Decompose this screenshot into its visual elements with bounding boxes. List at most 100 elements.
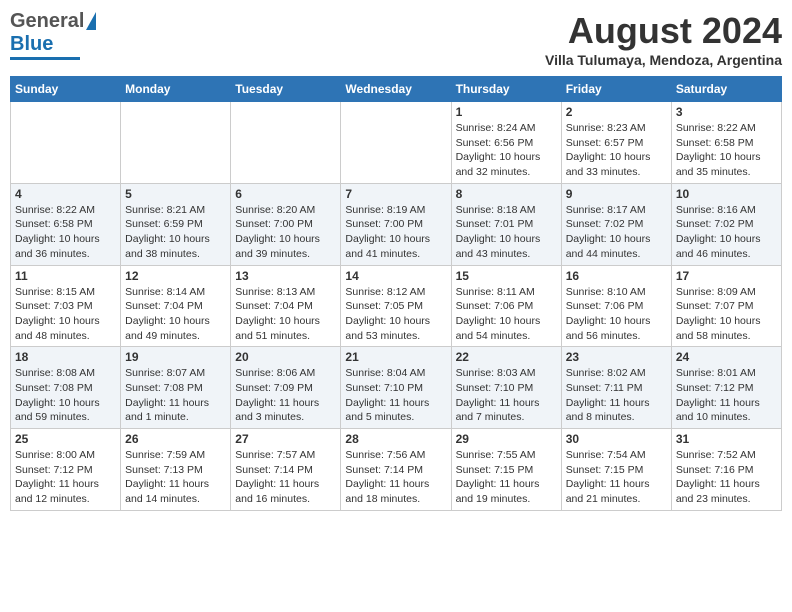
day-info: Sunrise: 7:55 AM Sunset: 7:15 PM Dayligh… — [456, 448, 557, 507]
day-info: Sunrise: 8:00 AM Sunset: 7:12 PM Dayligh… — [15, 448, 116, 507]
column-header-friday: Friday — [561, 77, 671, 102]
day-info: Sunrise: 8:24 AM Sunset: 6:56 PM Dayligh… — [456, 121, 557, 180]
day-cell: 30 Sunrise: 7:54 AM Sunset: 7:15 PM Dayli… — [561, 429, 671, 511]
day-cell: 22Sunrise: 8:03 AM Sunset: 7:10 PM Dayli… — [451, 347, 561, 429]
day-number: 27 — [235, 432, 336, 446]
day-info: Sunrise: 8:06 AM Sunset: 7:09 PM Dayligh… — [235, 366, 336, 425]
day-info: Sunrise: 7:52 AM Sunset: 7:16 PM Dayligh… — [676, 448, 777, 507]
day-cell: 17 Sunrise: 8:09 AM Sunset: 7:07 PM Dayli… — [671, 265, 781, 347]
calendar-table: SundayMondayTuesdayWednesdayThursdayFrid… — [10, 76, 782, 511]
day-cell: 21 Sunrise: 8:04 AM Sunset: 7:10 PM Dayli… — [341, 347, 451, 429]
logo-blue-text: Blue — [10, 33, 53, 56]
day-info: Sunrise: 8:11 AM Sunset: 7:06 PM Dayligh… — [456, 285, 557, 344]
day-cell: 9 Sunrise: 8:17 AM Sunset: 7:02 PM Daylig… — [561, 183, 671, 265]
week-row-1: 1 Sunrise: 8:24 AM Sunset: 6:56 PM Daylig… — [11, 102, 782, 184]
day-cell: 14Sunrise: 8:12 AM Sunset: 7:05 PM Dayli… — [341, 265, 451, 347]
day-number: 1 — [456, 105, 557, 119]
day-number: 31 — [676, 432, 777, 446]
day-cell: 13 Sunrise: 8:13 AM Sunset: 7:04 PM Dayli… — [231, 265, 341, 347]
day-number: 20 — [235, 350, 336, 364]
day-cell: 18Sunrise: 8:08 AM Sunset: 7:08 PM Dayli… — [11, 347, 121, 429]
day-number: 17 — [676, 269, 777, 283]
day-info: Sunrise: 8:23 AM Sunset: 6:57 PM Dayligh… — [566, 121, 667, 180]
day-info: Sunrise: 8:12 AM Sunset: 7:05 PM Dayligh… — [345, 285, 446, 344]
subtitle: Villa Tulumaya, Mendoza, Argentina — [545, 52, 782, 68]
day-number: 13 — [235, 269, 336, 283]
day-cell: 5Sunrise: 8:21 AM Sunset: 6:59 PM Daylig… — [121, 183, 231, 265]
day-info: Sunrise: 8:03 AM Sunset: 7:10 PM Dayligh… — [456, 366, 557, 425]
day-info: Sunrise: 8:19 AM Sunset: 7:00 PM Dayligh… — [345, 203, 446, 262]
day-cell — [11, 102, 121, 184]
day-cell: 6Sunrise: 8:20 AM Sunset: 7:00 PM Daylig… — [231, 183, 341, 265]
day-number: 18 — [15, 350, 116, 364]
day-info: Sunrise: 8:18 AM Sunset: 7:01 PM Dayligh… — [456, 203, 557, 262]
day-number: 4 — [15, 187, 116, 201]
header-row: SundayMondayTuesdayWednesdayThursdayFrid… — [11, 77, 782, 102]
day-info: Sunrise: 8:17 AM Sunset: 7:02 PM Dayligh… — [566, 203, 667, 262]
day-cell: 15 Sunrise: 8:11 AM Sunset: 7:06 PM Dayli… — [451, 265, 561, 347]
day-cell: 19Sunrise: 8:07 AM Sunset: 7:08 PM Dayli… — [121, 347, 231, 429]
logo-underline — [10, 57, 80, 60]
day-cell: 1 Sunrise: 8:24 AM Sunset: 6:56 PM Daylig… — [451, 102, 561, 184]
day-cell — [231, 102, 341, 184]
day-cell: 23 Sunrise: 8:02 AM Sunset: 7:11 PM Dayli… — [561, 347, 671, 429]
day-number: 7 — [345, 187, 446, 201]
day-info: Sunrise: 8:15 AM Sunset: 7:03 PM Dayligh… — [15, 285, 116, 344]
day-info: Sunrise: 7:57 AM Sunset: 7:14 PM Dayligh… — [235, 448, 336, 507]
day-number: 3 — [676, 105, 777, 119]
day-number: 12 — [125, 269, 226, 283]
day-cell: 4Sunrise: 8:22 AM Sunset: 6:58 PM Daylig… — [11, 183, 121, 265]
day-cell: 2Sunrise: 8:23 AM Sunset: 6:57 PM Daylig… — [561, 102, 671, 184]
day-number: 26 — [125, 432, 226, 446]
logo: General Blue — [10, 10, 96, 60]
day-number: 8 — [456, 187, 557, 201]
day-cell — [341, 102, 451, 184]
calendar-body: 1 Sunrise: 8:24 AM Sunset: 6:56 PM Daylig… — [11, 102, 782, 511]
day-info: Sunrise: 7:54 AM Sunset: 7:15 PM Dayligh… — [566, 448, 667, 507]
day-info: Sunrise: 8:22 AM Sunset: 6:58 PM Dayligh… — [676, 121, 777, 180]
day-cell: 27 Sunrise: 7:57 AM Sunset: 7:14 PM Dayli… — [231, 429, 341, 511]
day-number: 6 — [235, 187, 336, 201]
day-info: Sunrise: 7:59 AM Sunset: 7:13 PM Dayligh… — [125, 448, 226, 507]
day-number: 28 — [345, 432, 446, 446]
column-header-saturday: Saturday — [671, 77, 781, 102]
day-number: 16 — [566, 269, 667, 283]
column-header-sunday: Sunday — [11, 77, 121, 102]
day-number: 24 — [676, 350, 777, 364]
week-row-3: 11 Sunrise: 8:15 AM Sunset: 7:03 PM Dayli… — [11, 265, 782, 347]
day-cell: 11 Sunrise: 8:15 AM Sunset: 7:03 PM Dayli… — [11, 265, 121, 347]
main-title: August 2024 — [545, 10, 782, 52]
day-number: 30 — [566, 432, 667, 446]
day-number: 10 — [676, 187, 777, 201]
day-info: Sunrise: 8:09 AM Sunset: 7:07 PM Dayligh… — [676, 285, 777, 344]
day-cell: 28 Sunrise: 7:56 AM Sunset: 7:14 PM Dayli… — [341, 429, 451, 511]
day-cell: 16Sunrise: 8:10 AM Sunset: 7:06 PM Dayli… — [561, 265, 671, 347]
week-row-5: 25 Sunrise: 8:00 AM Sunset: 7:12 PM Dayli… — [11, 429, 782, 511]
week-row-4: 18Sunrise: 8:08 AM Sunset: 7:08 PM Dayli… — [11, 347, 782, 429]
day-number: 21 — [345, 350, 446, 364]
day-cell: 25 Sunrise: 8:00 AM Sunset: 7:12 PM Dayli… — [11, 429, 121, 511]
day-cell: 12 Sunrise: 8:14 AM Sunset: 7:04 PM Dayli… — [121, 265, 231, 347]
day-cell: 26 Sunrise: 7:59 AM Sunset: 7:13 PM Dayli… — [121, 429, 231, 511]
day-cell — [121, 102, 231, 184]
day-info: Sunrise: 8:13 AM Sunset: 7:04 PM Dayligh… — [235, 285, 336, 344]
column-header-thursday: Thursday — [451, 77, 561, 102]
column-header-wednesday: Wednesday — [341, 77, 451, 102]
day-cell: 20 Sunrise: 8:06 AM Sunset: 7:09 PM Dayli… — [231, 347, 341, 429]
day-number: 15 — [456, 269, 557, 283]
day-number: 25 — [15, 432, 116, 446]
day-info: Sunrise: 7:56 AM Sunset: 7:14 PM Dayligh… — [345, 448, 446, 507]
day-number: 9 — [566, 187, 667, 201]
day-info: Sunrise: 8:14 AM Sunset: 7:04 PM Dayligh… — [125, 285, 226, 344]
week-row-2: 4Sunrise: 8:22 AM Sunset: 6:58 PM Daylig… — [11, 183, 782, 265]
logo-general-text: General — [10, 10, 84, 33]
day-number: 11 — [15, 269, 116, 283]
day-cell: 8 Sunrise: 8:18 AM Sunset: 7:01 PM Daylig… — [451, 183, 561, 265]
day-number: 19 — [125, 350, 226, 364]
day-number: 29 — [456, 432, 557, 446]
day-cell: 24Sunrise: 8:01 AM Sunset: 7:12 PM Dayli… — [671, 347, 781, 429]
day-info: Sunrise: 8:16 AM Sunset: 7:02 PM Dayligh… — [676, 203, 777, 262]
day-info: Sunrise: 8:02 AM Sunset: 7:11 PM Dayligh… — [566, 366, 667, 425]
day-number: 23 — [566, 350, 667, 364]
day-info: Sunrise: 8:04 AM Sunset: 7:10 PM Dayligh… — [345, 366, 446, 425]
